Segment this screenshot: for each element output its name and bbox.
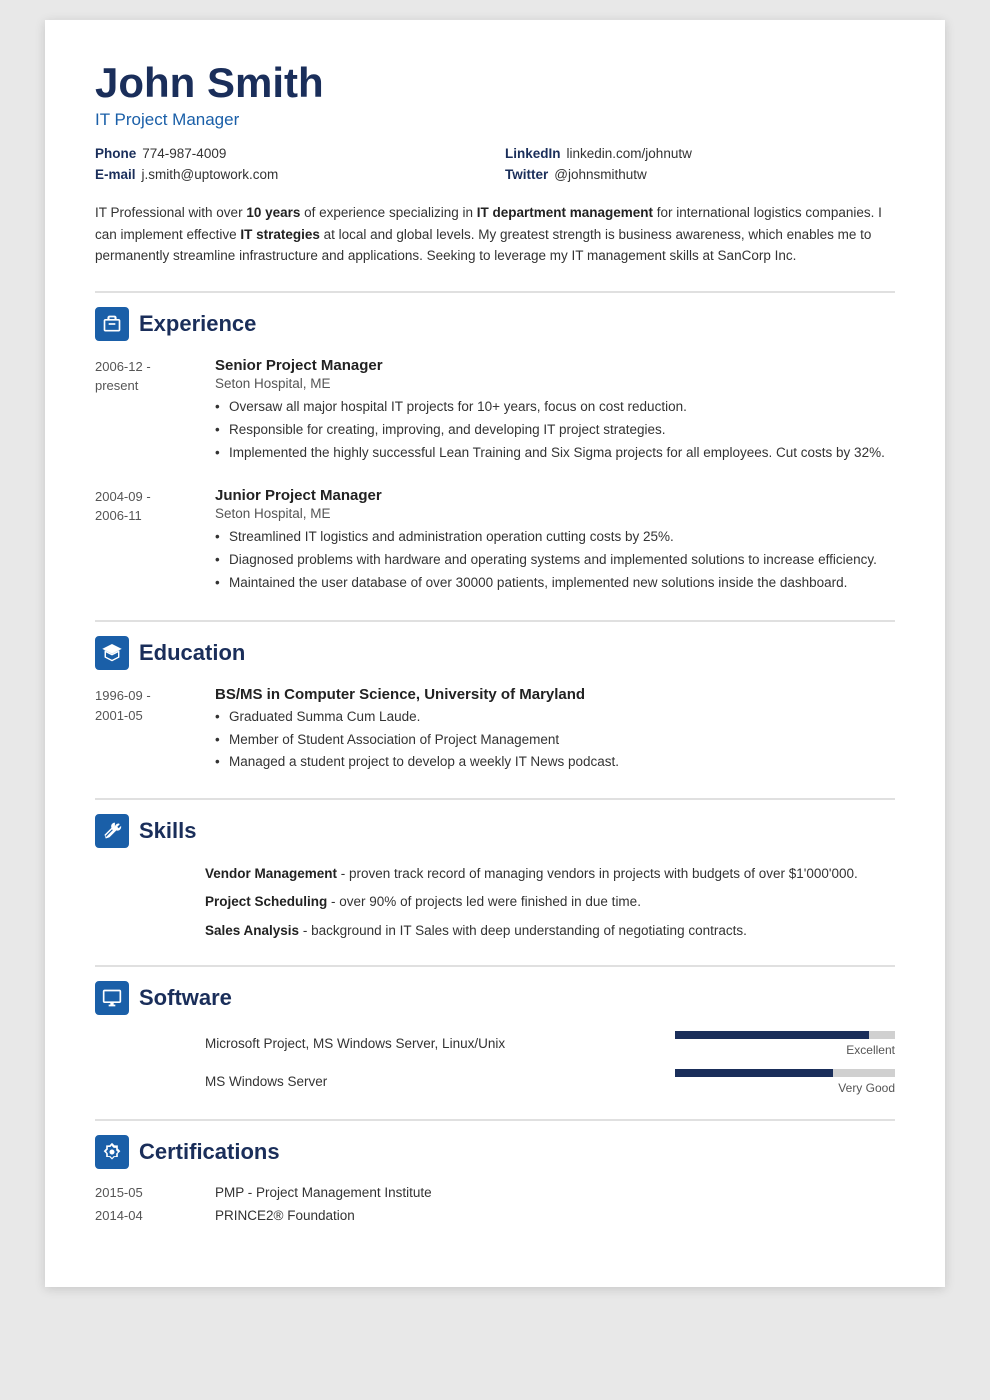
software-entry-1: Microsoft Project, MS Windows Server, Li… <box>95 1031 895 1057</box>
header-section: John Smith IT Project Manager Phone774-9… <box>95 60 895 267</box>
cert-entry-2: 2014-04 PRINCE2® Foundation <box>95 1208 895 1223</box>
certifications-header: Certifications <box>95 1119 895 1169</box>
bar-fill-1 <box>675 1031 869 1039</box>
software-icon <box>95 981 129 1015</box>
education-title: Education <box>139 640 245 666</box>
education-section: Education 1996-09 -2001-05 BS/MS in Comp… <box>95 620 895 774</box>
candidate-title: IT Project Manager <box>95 110 895 130</box>
twitter-label: Twitter <box>505 167 548 182</box>
cert-name-2: PRINCE2® Foundation <box>215 1208 895 1223</box>
experience-title: Experience <box>139 311 256 337</box>
experience-header: Experience <box>95 291 895 341</box>
edu-dates-1: 1996-09 -2001-05 <box>95 686 205 774</box>
cert-name-1: PMP - Project Management Institute <box>215 1185 895 1200</box>
contact-twitter: Twitter@johnsmithutw <box>505 167 895 182</box>
exp-bullet: Responsible for creating, improving, and… <box>215 420 895 440</box>
contact-grid: Phone774-987-4009 LinkedInlinkedin.com/j… <box>95 146 895 182</box>
skill-name-2: Project Scheduling <box>205 894 327 909</box>
skill-item-2: Project Scheduling - over 90% of project… <box>205 892 895 912</box>
edu-bullets-1: Graduated Summa Cum Laude. Member of Stu… <box>215 707 895 772</box>
software-header: Software <box>95 965 895 1015</box>
certifications-icon <box>95 1135 129 1169</box>
skill-name-1: Vendor Management <box>205 866 337 881</box>
candidate-name: John Smith <box>95 60 895 106</box>
exp-bullet: Streamlined IT logistics and administrat… <box>215 527 895 547</box>
bar-label-1: Excellent <box>846 1043 895 1057</box>
skill-name-3: Sales Analysis <box>205 923 299 938</box>
bar-track-1 <box>675 1031 895 1039</box>
exp-bullet: Diagnosed problems with hardware and ope… <box>215 550 895 570</box>
monitor-icon <box>102 988 122 1008</box>
exp-title-1: Senior Project Manager <box>215 357 895 374</box>
exp-bullets-2: Streamlined IT logistics and administrat… <box>215 527 895 594</box>
software-bar-1: Excellent <box>675 1031 895 1057</box>
bar-label-2: Very Good <box>838 1081 895 1095</box>
exp-content-2: Junior Project Manager Seton Hospital, M… <box>215 487 895 597</box>
contact-linkedin: LinkedInlinkedin.com/johnutw <box>505 146 895 161</box>
education-icon <box>95 636 129 670</box>
cert-year-1: 2015-05 <box>95 1185 205 1200</box>
skill-desc-2: over 90% of projects led were finished i… <box>339 894 641 909</box>
exp-company-1: Seton Hospital, ME <box>215 376 895 391</box>
exp-entry-1: 2006-12 -present Senior Project Manager … <box>95 357 895 467</box>
linkedin-label: LinkedIn <box>505 146 561 161</box>
edu-bullet: Graduated Summa Cum Laude. <box>215 707 895 727</box>
skills-header: Skills <box>95 798 895 848</box>
bar-track-2 <box>675 1069 895 1077</box>
exp-dates-1: 2006-12 -present <box>95 357 205 467</box>
software-entry-2: MS Windows Server Very Good <box>95 1069 895 1095</box>
skills-title: Skills <box>139 818 196 844</box>
bar-fill-2 <box>675 1069 833 1077</box>
cert-entry-1: 2015-05 PMP - Project Management Institu… <box>95 1185 895 1200</box>
exp-title-2: Junior Project Manager <box>215 487 895 504</box>
phone-label: Phone <box>95 146 136 161</box>
edu-content-1: BS/MS in Computer Science, University of… <box>215 686 895 774</box>
exp-dates-2: 2004-09 -2006-11 <box>95 487 205 597</box>
skill-desc-3: background in IT Sales with deep underst… <box>311 923 747 938</box>
edu-degree-1: BS/MS in Computer Science, University of… <box>215 686 895 703</box>
certifications-section: Certifications 2015-05 PMP - Project Man… <box>95 1119 895 1223</box>
certifications-title: Certifications <box>139 1139 280 1165</box>
exp-company-2: Seton Hospital, ME <box>215 506 895 521</box>
skills-content: Vendor Management - proven track record … <box>95 864 895 941</box>
education-header: Education <box>95 620 895 670</box>
tools-icon <box>102 821 122 841</box>
email-label: E-mail <box>95 167 136 182</box>
experience-section: Experience 2006-12 -present Senior Proje… <box>95 291 895 597</box>
exp-bullet: Oversaw all major hospital IT projects f… <box>215 397 895 417</box>
resume-document: John Smith IT Project Manager Phone774-9… <box>45 20 945 1287</box>
skill-item-1: Vendor Management - proven track record … <box>205 864 895 884</box>
software-name-1: Microsoft Project, MS Windows Server, Li… <box>205 1036 655 1051</box>
skills-section: Skills Vendor Management - proven track … <box>95 798 895 941</box>
graduation-icon <box>102 643 122 663</box>
software-title: Software <box>139 985 232 1011</box>
skills-icon <box>95 814 129 848</box>
exp-content-1: Senior Project Manager Seton Hospital, M… <box>215 357 895 467</box>
software-section: Software Microsoft Project, MS Windows S… <box>95 965 895 1095</box>
software-name-2: MS Windows Server <box>205 1074 655 1089</box>
exp-entry-2: 2004-09 -2006-11 Junior Project Manager … <box>95 487 895 597</box>
exp-bullets-1: Oversaw all major hospital IT projects f… <box>215 397 895 464</box>
skill-item-3: Sales Analysis - background in IT Sales … <box>205 921 895 941</box>
contact-email: E-mailj.smith@uptowork.com <box>95 167 485 182</box>
briefcase-icon <box>102 314 122 334</box>
summary-text: IT Professional with over 10 years of ex… <box>95 202 895 267</box>
experience-icon <box>95 307 129 341</box>
exp-bullet: Maintained the user database of over 300… <box>215 573 895 593</box>
cert-year-2: 2014-04 <box>95 1208 205 1223</box>
edu-bullet: Member of Student Association of Project… <box>215 730 895 750</box>
certificate-icon <box>102 1142 122 1162</box>
edu-bullet: Managed a student project to develop a w… <box>215 752 895 772</box>
skill-desc-1: proven track record of managing vendors … <box>349 866 858 881</box>
edu-entry-1: 1996-09 -2001-05 BS/MS in Computer Scien… <box>95 686 895 774</box>
software-bar-2: Very Good <box>675 1069 895 1095</box>
contact-phone: Phone774-987-4009 <box>95 146 485 161</box>
exp-bullet: Implemented the highly successful Lean T… <box>215 443 895 463</box>
